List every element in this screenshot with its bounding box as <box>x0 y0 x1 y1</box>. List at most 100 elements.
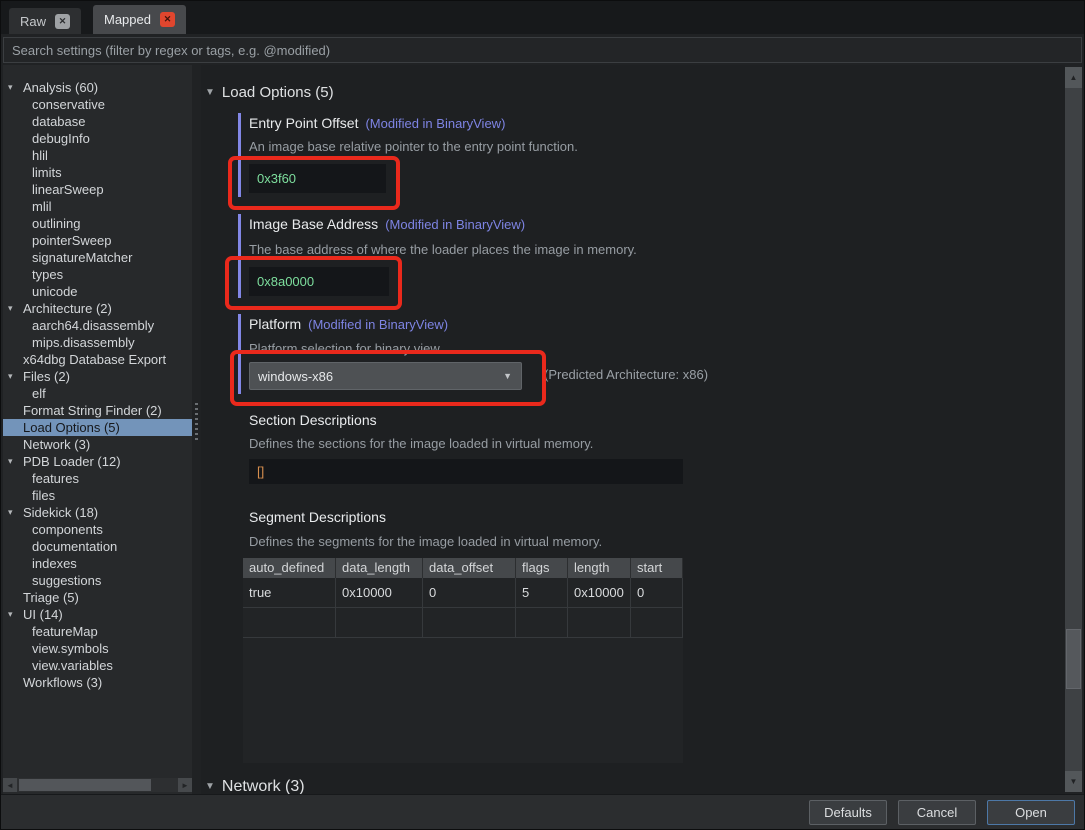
scrollbar-thumb[interactable] <box>19 779 151 791</box>
table-cell[interactable]: true <box>243 578 336 608</box>
table-cell[interactable]: 5 <box>516 578 568 608</box>
splitter-handle-icon[interactable] <box>195 403 198 443</box>
sidebar-item-analysis[interactable]: ▾Analysis (60) <box>3 79 192 96</box>
sidebar-item-label: suggestions <box>32 573 101 588</box>
sidebar-item-documentation[interactable]: documentation <box>3 538 192 555</box>
column-header[interactable]: auto_defined <box>243 558 336 578</box>
column-header[interactable]: length <box>568 558 631 578</box>
settings-search-bar <box>3 37 1082 63</box>
sidebar-item-database[interactable]: database <box>3 113 192 130</box>
sidebar-item-debuginfo[interactable]: debugInfo <box>3 130 192 147</box>
collapse-arrow-icon[interactable]: ▼ <box>205 781 215 792</box>
sidebar-item-ui[interactable]: ▾UI (14) <box>3 606 192 623</box>
close-icon[interactable]: ✕ <box>160 12 175 27</box>
table-cell-empty[interactable] <box>423 608 516 638</box>
sidebar-item-aarch64-disassembly[interactable]: aarch64.disassembly <box>3 317 192 334</box>
sidebar-item-view-variables[interactable]: view.variables <box>3 657 192 674</box>
sidebar-horizontal-scrollbar[interactable]: ◄ ► <box>3 778 192 792</box>
sidebar-item-features[interactable]: features <box>3 470 192 487</box>
sidebar-item-files[interactable]: ▾Files (2) <box>3 368 192 385</box>
tab-bar: Raw ✕ Mapped ✕ <box>1 1 1084 34</box>
table-cell[interactable]: 0 <box>423 578 516 608</box>
modified-tag: (Modified in BinaryView) <box>385 217 525 232</box>
setting-name: Image Base Address <box>249 216 378 232</box>
table-cell-empty[interactable] <box>516 608 568 638</box>
defaults-button[interactable]: Defaults <box>809 800 887 825</box>
sidebar-item-linearsweep[interactable]: linearSweep <box>3 181 192 198</box>
column-header[interactable]: data_offset <box>423 558 516 578</box>
sidebar-item-sidekick[interactable]: ▾Sidekick (18) <box>3 504 192 521</box>
table-row[interactable]: true 0x10000 0 5 0x10000 0 <box>243 578 683 608</box>
table-cell[interactable]: 0 <box>631 578 683 608</box>
table-cell[interactable]: 0x10000 <box>336 578 423 608</box>
sidebar-item-x64dbg-database-export[interactable]: x64dbg Database Export <box>3 351 192 368</box>
entry-point-offset-input[interactable] <box>249 164 386 193</box>
table-cell-empty[interactable] <box>243 608 336 638</box>
scrollbar-thumb[interactable] <box>1066 629 1081 689</box>
section-descriptions-input[interactable] <box>249 459 683 484</box>
table-row-empty[interactable] <box>243 608 683 638</box>
close-icon[interactable]: ✕ <box>55 14 70 29</box>
sidebar-item-label: conservative <box>32 97 105 112</box>
sidebar-item-elf[interactable]: elf <box>3 385 192 402</box>
section-header-network[interactable]: ▼Network (3) <box>205 778 305 794</box>
collapse-arrow-icon[interactable]: ▾ <box>8 504 13 521</box>
table-cell[interactable]: 0x10000 <box>568 578 631 608</box>
setting-description: An image base relative pointer to the en… <box>249 139 578 154</box>
scroll-right-icon[interactable]: ► <box>178 778 192 792</box>
settings-search-input[interactable] <box>4 38 1081 62</box>
collapse-arrow-icon[interactable]: ▼ <box>205 87 215 98</box>
sidebar-item-conservative[interactable]: conservative <box>3 96 192 113</box>
table-cell-empty[interactable] <box>568 608 631 638</box>
tab-raw[interactable]: Raw ✕ <box>9 8 81 34</box>
sidebar-item-featuremap[interactable]: featureMap <box>3 623 192 640</box>
sidebar-item-types[interactable]: types <box>3 266 192 283</box>
collapse-arrow-icon[interactable]: ▾ <box>8 606 13 623</box>
settings-vertical-scrollbar[interactable]: ▲ ▼ <box>1065 67 1082 792</box>
sidebar-item-pointersweep[interactable]: pointerSweep <box>3 232 192 249</box>
sidebar-item-view-symbols[interactable]: view.symbols <box>3 640 192 657</box>
section-header-load-options[interactable]: ▼Load Options (5) <box>205 84 334 101</box>
collapse-arrow-icon[interactable]: ▾ <box>8 79 13 96</box>
sidebar-item-triage[interactable]: Triage (5) <box>3 589 192 606</box>
sidebar-item-mlil[interactable]: mlil <box>3 198 192 215</box>
tree-items: ▾Analysis (60) conservative database deb… <box>3 79 192 691</box>
column-header[interactable]: start <box>631 558 683 578</box>
sidebar-item-load-options[interactable]: Load Options (5) <box>3 419 192 436</box>
setting-description: The base address of where the loader pla… <box>249 242 637 257</box>
scroll-left-icon[interactable]: ◄ <box>3 778 17 792</box>
table-cell-empty[interactable] <box>631 608 683 638</box>
sidebar-item-architecture[interactable]: ▾Architecture (2) <box>3 300 192 317</box>
collapse-arrow-icon[interactable]: ▾ <box>8 368 13 385</box>
sidebar-item-outlining[interactable]: outlining <box>3 215 192 232</box>
tab-mapped[interactable]: Mapped ✕ <box>93 5 186 34</box>
sidebar-item-network[interactable]: Network (3) <box>3 436 192 453</box>
sidebar-item-limits[interactable]: limits <box>3 164 192 181</box>
scroll-down-icon[interactable]: ▼ <box>1065 771 1082 792</box>
table-cell-empty[interactable] <box>336 608 423 638</box>
sidebar-item-label: Workflows (3) <box>23 675 102 690</box>
sidebar-item-indexes[interactable]: indexes <box>3 555 192 572</box>
sidebar-item-label: pointerSweep <box>32 233 112 248</box>
column-header[interactable]: data_length <box>336 558 423 578</box>
sidebar-item-mips-disassembly[interactable]: mips.disassembly <box>3 334 192 351</box>
sidebar-splitter[interactable] <box>192 65 201 794</box>
sidebar-item-pdb-loader[interactable]: ▾PDB Loader (12) <box>3 453 192 470</box>
sidebar-item-suggestions[interactable]: suggestions <box>3 572 192 589</box>
setting-name: Segment Descriptions <box>249 509 386 525</box>
sidebar-item-components[interactable]: components <box>3 521 192 538</box>
column-header[interactable]: flags <box>516 558 568 578</box>
collapse-arrow-icon[interactable]: ▾ <box>8 300 13 317</box>
sidebar-item-workflows[interactable]: Workflows (3) <box>3 674 192 691</box>
cancel-button[interactable]: Cancel <box>898 800 976 825</box>
platform-dropdown[interactable]: windows-x86 ▼ <box>249 362 522 390</box>
sidebar-item-files-pdb[interactable]: files <box>3 487 192 504</box>
sidebar-item-unicode[interactable]: unicode <box>3 283 192 300</box>
image-base-address-input[interactable] <box>249 267 389 296</box>
sidebar-item-format-string-finder[interactable]: Format String Finder (2) <box>3 402 192 419</box>
sidebar-item-hlil[interactable]: hlil <box>3 147 192 164</box>
scroll-up-icon[interactable]: ▲ <box>1065 67 1082 88</box>
sidebar-item-signaturematcher[interactable]: signatureMatcher <box>3 249 192 266</box>
collapse-arrow-icon[interactable]: ▾ <box>8 453 13 470</box>
open-button[interactable]: Open <box>987 800 1075 825</box>
